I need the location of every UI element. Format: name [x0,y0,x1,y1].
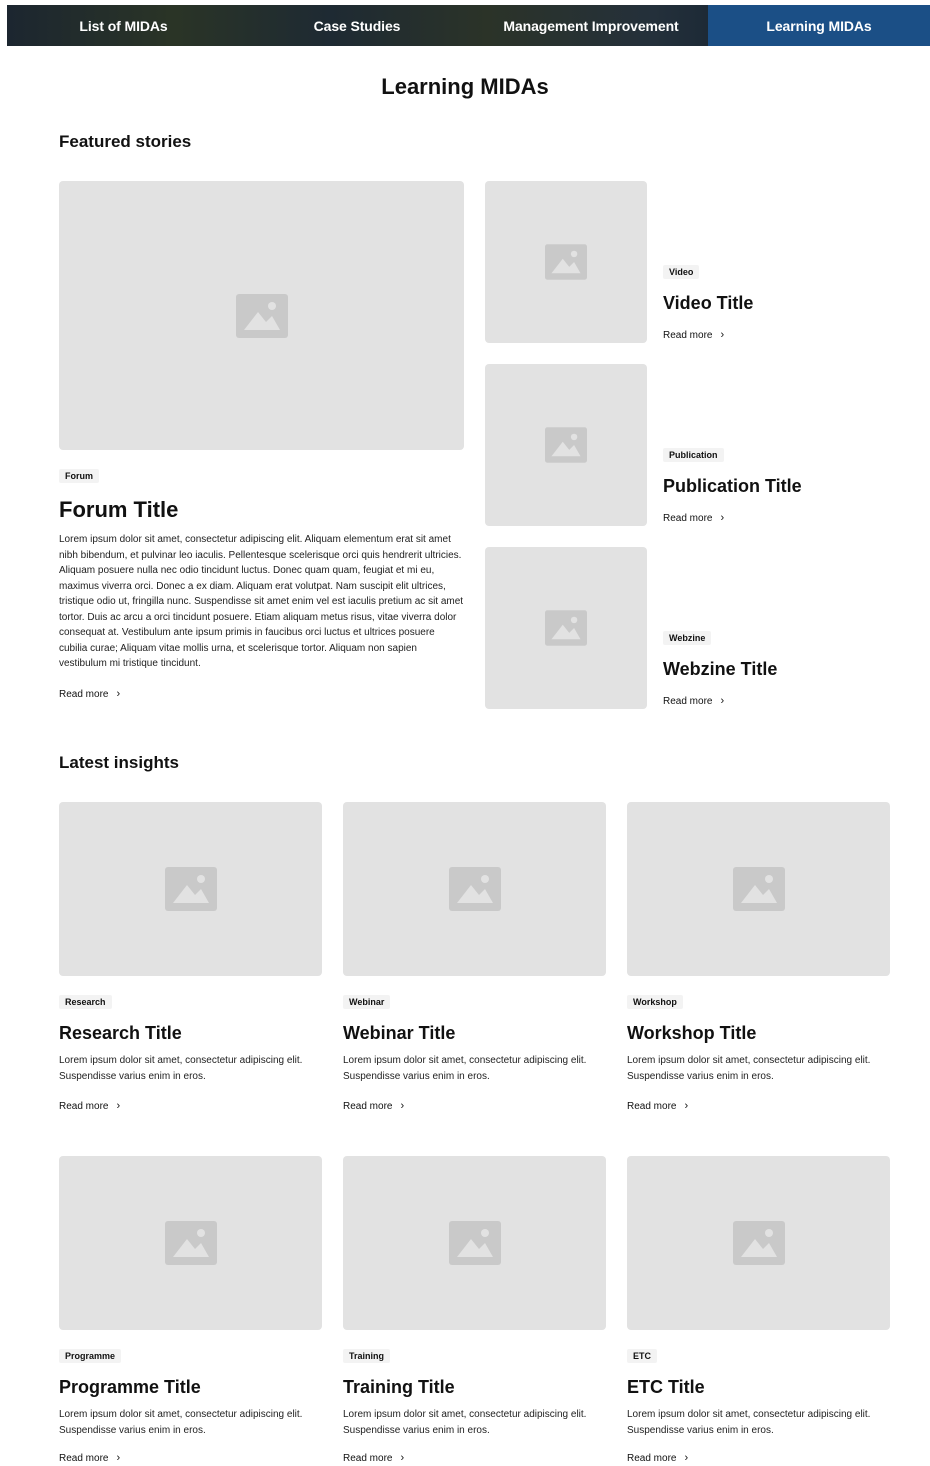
read-more-label: Read more [59,1452,109,1464]
nav-item-learning-midas[interactable]: Learning MIDAs [708,5,930,46]
featured-video-tag: Video [663,265,700,279]
read-more-label: Read more [343,1100,393,1112]
webinar-card-image[interactable] [343,802,606,976]
featured-webzine-tag: Webzine [663,631,712,645]
training-card-image[interactable] [343,1156,606,1330]
featured-heading: Featured stories [59,132,192,151]
programme-card-tag: Programme [59,1349,122,1363]
webinar-card-read-more[interactable]: Read more › [343,1100,404,1112]
featured-video-read-more[interactable]: Read more › [663,329,724,341]
chevron-right-icon: › [116,1452,121,1464]
image-placeholder-icon [164,1221,217,1265]
nav-item-label: Learning MIDAs [766,17,872,34]
featured-webzine-image[interactable] [485,547,647,709]
research-card-tag: Research [59,995,112,1009]
nav-item-label: Management Improvement [503,17,679,34]
etc-card-read-more[interactable]: Read more › [627,1452,688,1464]
image-placeholder-icon [732,867,785,911]
latest-heading: Latest insights [59,753,179,772]
read-more-label: Read more [663,512,713,524]
webinar-card-title[interactable]: Webinar Title [343,1023,455,1044]
read-more-label: Read more [663,329,713,341]
featured-publication-tag: Publication [663,448,724,462]
etc-card-image[interactable] [627,1156,890,1330]
programme-card-read-more[interactable]: Read more › [59,1452,120,1464]
featured-publication-image[interactable] [485,364,647,526]
chevron-right-icon: › [400,1100,405,1112]
programme-card-body: Lorem ipsum dolor sit amet, consectetur … [59,1409,303,1436]
workshop-card-title[interactable]: Workshop Title [627,1023,756,1044]
workshop-card-body: Lorem ipsum dolor sit amet, consectetur … [627,1055,871,1082]
image-placeholder-icon [164,867,217,911]
image-placeholder-icon [545,244,587,280]
featured-main-body: Lorem ipsum dolor sit amet, consectetur … [59,534,464,669]
chevron-right-icon: › [116,688,121,700]
workshop-card-tag: Workshop [627,995,683,1009]
read-more-label: Read more [627,1452,677,1464]
featured-video-image[interactable] [485,181,647,343]
research-card-title[interactable]: Research Title [59,1023,182,1044]
chevron-right-icon: › [720,329,725,341]
research-card-image[interactable] [59,802,322,976]
training-card-body: Lorem ipsum dolor sit amet, consectetur … [343,1409,587,1436]
read-more-label: Read more [343,1452,393,1464]
image-placeholder-icon [235,293,288,338]
featured-publication-read-more[interactable]: Read more › [663,512,724,524]
programme-card-title[interactable]: Programme Title [59,1377,201,1398]
nav-item-label: Case Studies [313,17,401,34]
training-card-read-more[interactable]: Read more › [343,1452,404,1464]
image-placeholder-icon [545,427,587,463]
etc-card-title[interactable]: ETC Title [627,1377,705,1398]
featured-main-title[interactable]: Forum Title [59,497,178,523]
nav-item-management-improvement[interactable]: Management Improvement [474,5,708,46]
research-card-body: Lorem ipsum dolor sit amet, consectetur … [59,1055,303,1082]
read-more-label: Read more [59,688,109,700]
chevron-right-icon: › [720,695,725,707]
featured-video-title[interactable]: Video Title [663,293,753,314]
workshop-card-read-more[interactable]: Read more › [627,1100,688,1112]
nav-item-case-studies[interactable]: Case Studies [240,5,474,46]
image-placeholder-icon [448,1221,501,1265]
programme-card-image[interactable] [59,1156,322,1330]
workshop-card-image[interactable] [627,802,890,976]
etc-card-tag: ETC [627,1349,657,1363]
chevron-right-icon: › [684,1452,689,1464]
chevron-right-icon: › [720,512,725,524]
featured-webzine-read-more[interactable]: Read more › [663,695,724,707]
chevron-right-icon: › [116,1100,121,1112]
page-title: Learning MIDAs [381,74,549,99]
featured-main-tag: Forum [59,469,99,483]
training-card-tag: Training [343,1349,391,1363]
read-more-label: Read more [59,1100,109,1112]
featured-publication-title[interactable]: Publication Title [663,476,802,497]
chevron-right-icon: › [400,1452,405,1464]
chevron-right-icon: › [684,1100,689,1112]
featured-webzine-title[interactable]: Webzine Title [663,659,777,680]
webinar-card-tag: Webinar [343,995,391,1009]
webinar-card-body: Lorem ipsum dolor sit amet, consectetur … [343,1055,587,1082]
top-nav: List of MIDAs Case Studies Management Im… [7,5,930,46]
image-placeholder-icon [732,1221,785,1265]
research-card-read-more[interactable]: Read more › [59,1100,120,1112]
image-placeholder-icon [448,867,501,911]
image-placeholder-icon [545,610,587,646]
nav-item-list-of-midas[interactable]: List of MIDAs [7,5,240,46]
training-card-title[interactable]: Training Title [343,1377,455,1398]
etc-card-body: Lorem ipsum dolor sit amet, consectetur … [627,1409,871,1436]
featured-main-image[interactable] [59,181,464,450]
read-more-label: Read more [663,695,713,707]
featured-main-read-more[interactable]: Read more › [59,688,120,700]
read-more-label: Read more [627,1100,677,1112]
nav-item-label: List of MIDAs [79,17,168,34]
